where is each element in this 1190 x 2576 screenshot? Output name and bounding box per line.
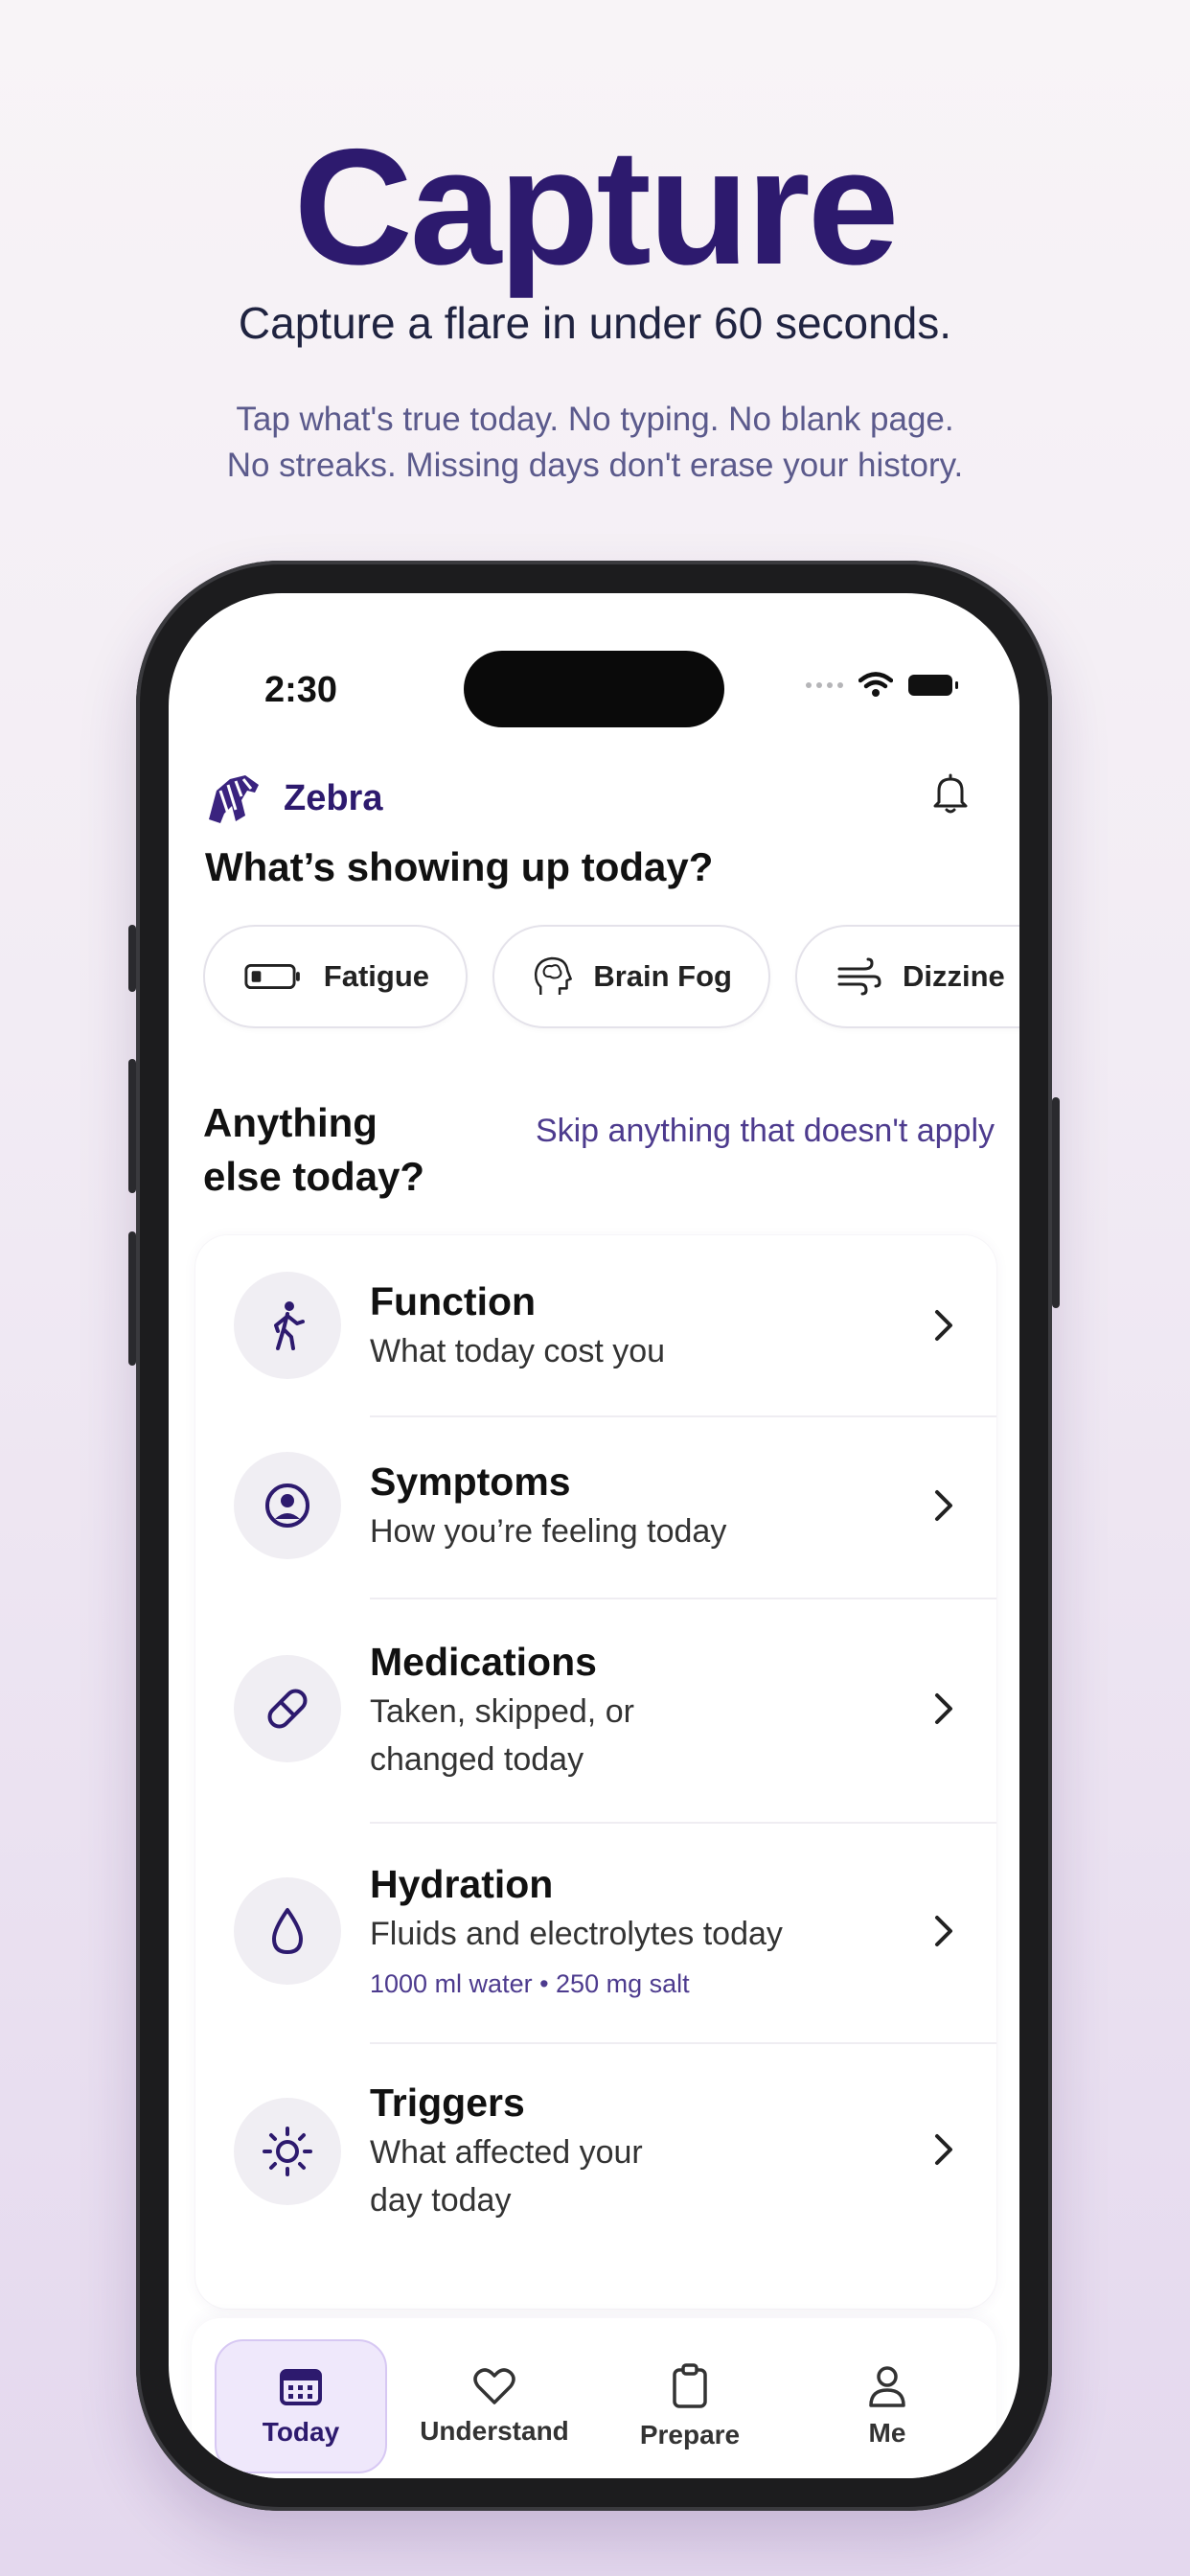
category-title: Medications (370, 1640, 597, 1684)
chevron-right-icon (935, 1916, 952, 1946)
status-time: 2:30 (264, 670, 338, 710)
sun-icon (234, 2098, 341, 2205)
category-list: Function What today cost you Symptoms Ho… (195, 1235, 996, 2309)
category-triggers[interactable]: Triggers What affected your day today (195, 2044, 996, 2265)
phone-screen: 2:30 Zebra What’s showing up today? Fati… (169, 593, 1019, 2478)
category-subtitle-line-1: What affected your (370, 2134, 643, 2171)
category-function[interactable]: Function What today cost you (195, 1235, 996, 1415)
category-subtitle: Fluids and electrolytes today (370, 1916, 783, 1952)
clipboard-icon (673, 2363, 707, 2408)
anything-else-heading: Anything else today? (203, 1096, 424, 1204)
droplet-icon (234, 1877, 341, 1985)
tab-me[interactable]: Me (801, 2339, 973, 2473)
chip-label: Dizzine (903, 959, 1005, 993)
skip-hint: Skip anything that doesn't apply (535, 1113, 995, 1149)
tab-today[interactable]: Today (215, 2339, 387, 2473)
tab-label: Prepare (639, 2420, 741, 2450)
today-heading: What’s showing up today? (205, 844, 714, 889)
brain-head-icon (534, 956, 572, 996)
chip-label: Brain Fog (593, 959, 732, 993)
person-circle-icon (234, 1452, 341, 1559)
category-symptoms[interactable]: Symptoms How you’re feeling today (195, 1417, 996, 1598)
chevron-right-icon (935, 2134, 952, 2165)
chip-fatigue[interactable]: Fatigue (203, 925, 468, 1028)
phone-action-button (128, 925, 136, 992)
tagline-line-2: No streaks. Missing days don't erase you… (226, 447, 964, 484)
category-subtitle-line-2: day today (370, 2182, 512, 2219)
chip-dizziness[interactable]: Dizzine (795, 925, 1019, 1028)
anything-else-line-1: Anything (203, 1100, 378, 1145)
hero-title: Capture (293, 115, 900, 299)
chip-brain-fog[interactable]: Brain Fog (492, 925, 770, 1028)
brand: Zebra (203, 771, 382, 825)
tab-bar: Today Understand Prepare Me (192, 2318, 996, 2478)
category-subtitle: What affected your day today (370, 2128, 849, 2224)
category-title: Triggers (370, 2081, 525, 2125)
low-battery-icon (244, 963, 300, 990)
walking-person-icon (234, 1272, 341, 1379)
category-subtitle: Taken, skipped, or changed today (370, 1688, 849, 1783)
heart-icon (473, 2368, 515, 2404)
calendar-icon (280, 2369, 322, 2405)
zebra-icon (209, 775, 259, 823)
bell-icon[interactable] (927, 770, 973, 816)
status-icons (806, 672, 958, 699)
battery-icon (908, 675, 958, 696)
symptom-chips: Fatigue Brain Fog Dizzine (203, 925, 1019, 1040)
category-subtitle-line-1: Taken, skipped, or (370, 1693, 634, 1730)
wind-icon (837, 957, 881, 996)
signal-dots-icon (806, 682, 843, 688)
anything-else-line-2: else today? (203, 1154, 425, 1199)
category-title: Hydration (370, 1862, 554, 1906)
category-title: Symptoms (370, 1460, 571, 1504)
tab-prepare[interactable]: Prepare (604, 2339, 776, 2473)
tab-label: Understand (420, 2416, 569, 2446)
category-hydration[interactable]: Hydration Fluids and electrolytes today … (195, 1824, 996, 2042)
hero-subtitle: Capture a flare in under 60 seconds. (238, 298, 952, 348)
tagline-line-1: Tap what's true today. No typing. No bla… (236, 401, 954, 438)
category-subtitle: What today cost you (370, 1333, 666, 1369)
phone-volume-down (128, 1231, 136, 1366)
phone-volume-up (128, 1059, 136, 1193)
person-icon (869, 2366, 905, 2407)
phone-frame: 2:30 Zebra What’s showing up today? Fati… (128, 561, 1060, 2511)
hero-tagline: Tap what's true today. No typing. No bla… (0, 397, 1190, 489)
tab-label: Me (868, 2418, 906, 2448)
dynamic-island (464, 651, 724, 727)
category-medications[interactable]: Medications Taken, skipped, or changed t… (195, 1599, 996, 1822)
category-title: Function (370, 1279, 537, 1323)
tab-understand[interactable]: Understand (408, 2339, 581, 2473)
hydration-summary: 1000 ml water • 250 mg salt (370, 1969, 690, 1998)
phone-side-button (1052, 1097, 1060, 1308)
tab-label: Today (262, 2417, 340, 2447)
chevron-right-icon (935, 1693, 952, 1724)
pill-icon (234, 1655, 341, 1762)
category-subtitle-line-2: changed today (370, 1741, 584, 1778)
wifi-icon (858, 672, 893, 697)
chevron-right-icon (935, 1310, 952, 1341)
brand-name: Zebra (284, 777, 383, 818)
chip-label: Fatigue (323, 959, 429, 993)
category-subtitle: How you’re feeling today (370, 1513, 727, 1550)
chevron-right-icon (935, 1490, 952, 1521)
